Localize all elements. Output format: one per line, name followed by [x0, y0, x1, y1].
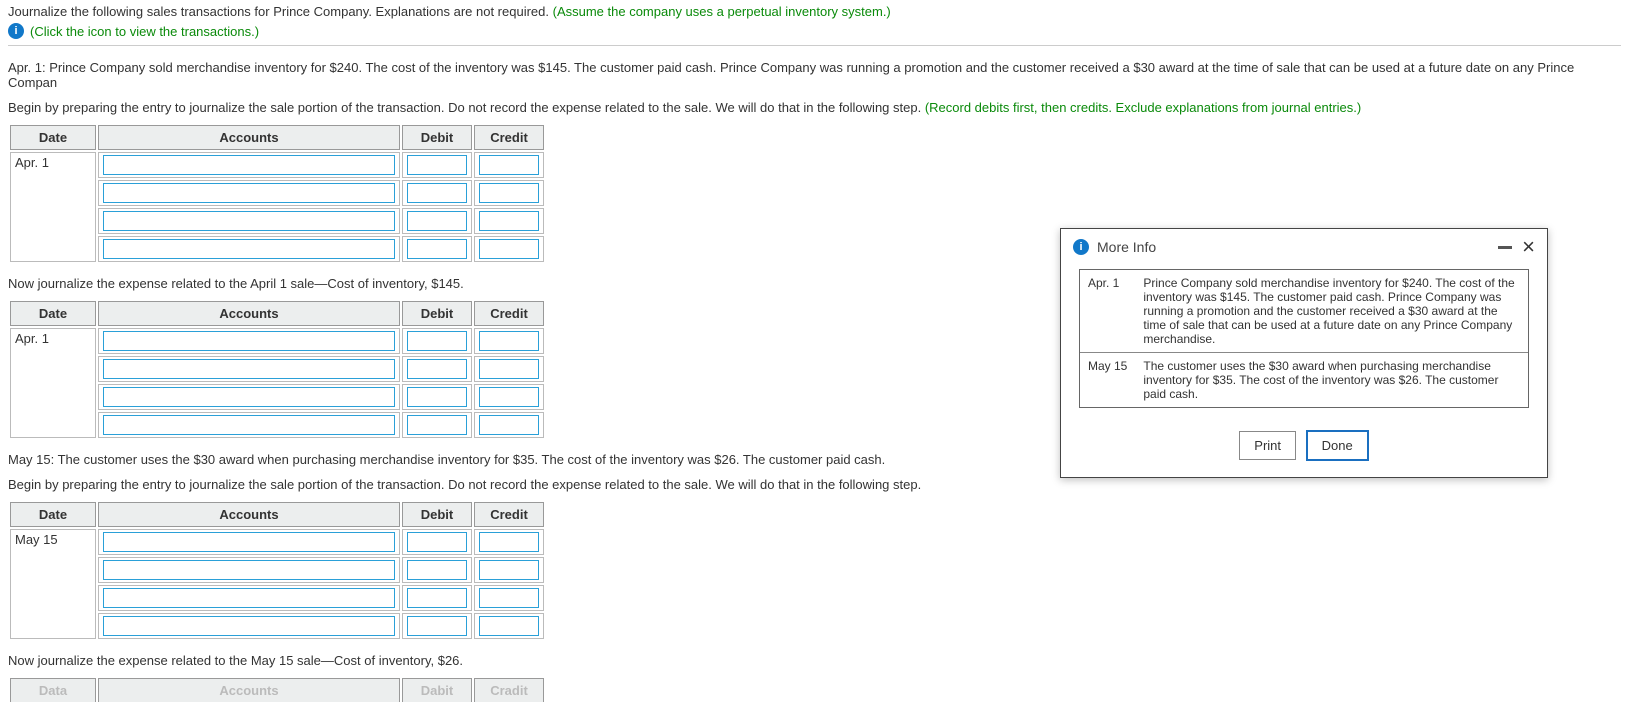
print-button[interactable]: Print	[1239, 431, 1296, 460]
credit-input[interactable]	[479, 588, 539, 608]
credit-input[interactable]	[479, 387, 539, 407]
credit-input[interactable]	[479, 155, 539, 175]
apr1-instr-green: (Record debits first, then credits. Excl…	[925, 100, 1361, 115]
debit-input[interactable]	[407, 415, 467, 435]
modal-footer: Print Done	[1061, 420, 1547, 477]
th-date: Date	[10, 502, 96, 527]
th-debit: Debit	[402, 125, 472, 150]
th-credit: Credit	[474, 301, 544, 326]
modal-row: May 15 The customer uses the $30 award w…	[1080, 353, 1528, 408]
modal-row-text: Prince Company sold merchandise inventor…	[1135, 270, 1528, 353]
row-date: May 15	[10, 529, 96, 639]
journal-table-may15-sale: Date Accounts Debit Credit May 15	[8, 500, 546, 641]
th-credit: Credit	[474, 125, 544, 150]
credit-input[interactable]	[479, 211, 539, 231]
apr1-description: Apr. 1: Prince Company sold merchandise …	[8, 60, 1621, 90]
may15-instruction: Begin by preparing the entry to journali…	[8, 477, 1621, 492]
debit-input[interactable]	[407, 211, 467, 231]
modal-title: More Info	[1097, 239, 1498, 255]
accounts-input[interactable]	[103, 359, 395, 379]
intro-text: Journalize the following sales transacti…	[8, 4, 553, 19]
journal-table-apr1-expense: Date Accounts Debit Credit Apr. 1	[8, 299, 546, 440]
credit-input[interactable]	[479, 616, 539, 636]
intro-green: (Assume the company uses a perpetual inv…	[553, 4, 891, 19]
accounts-input[interactable]	[103, 183, 395, 203]
minimize-icon[interactable]	[1498, 246, 1512, 249]
th-debit: Debit	[402, 301, 472, 326]
separator	[8, 45, 1621, 46]
debit-input[interactable]	[407, 560, 467, 580]
done-button[interactable]: Done	[1306, 430, 1369, 461]
debit-input[interactable]	[407, 588, 467, 608]
debit-input[interactable]	[407, 239, 467, 259]
credit-input[interactable]	[479, 331, 539, 351]
debit-input[interactable]	[407, 331, 467, 351]
accounts-input[interactable]	[103, 532, 395, 552]
credit-input[interactable]	[479, 359, 539, 379]
th-date: Date	[10, 301, 96, 326]
credit-input[interactable]	[479, 183, 539, 203]
debit-input[interactable]	[407, 155, 467, 175]
modal-header: i More Info ×	[1061, 229, 1547, 263]
accounts-input[interactable]	[103, 211, 395, 231]
info-link-text[interactable]: (Click the icon to view the transactions…	[30, 24, 259, 39]
accounts-input[interactable]	[103, 560, 395, 580]
question-intro: Journalize the following sales transacti…	[8, 4, 1621, 19]
accounts-input[interactable]	[103, 331, 395, 351]
accounts-input[interactable]	[103, 387, 395, 407]
credit-input[interactable]	[479, 532, 539, 552]
debit-input[interactable]	[407, 532, 467, 552]
modal-content-box: Apr. 1 Prince Company sold merchandise i…	[1079, 269, 1529, 408]
apr1-instruction: Begin by preparing the entry to journali…	[8, 100, 1621, 115]
debit-input[interactable]	[407, 183, 467, 203]
modal-row-date: Apr. 1	[1080, 270, 1135, 353]
row-date: Apr. 1	[10, 328, 96, 438]
modal-row: Apr. 1 Prince Company sold merchandise i…	[1080, 270, 1528, 353]
modal-row-date: May 15	[1080, 353, 1135, 408]
credit-input[interactable]	[479, 239, 539, 259]
more-info-modal: i More Info × Apr. 1 Prince Company sold…	[1060, 228, 1548, 478]
info-icon[interactable]: i	[8, 23, 24, 39]
journal-table-may15-expense-partial: Data Accounts Dabit Cradit	[8, 676, 546, 704]
journal-table-apr1-sale: Date Accounts Debit Credit Apr. 1	[8, 123, 546, 264]
credit-input[interactable]	[479, 415, 539, 435]
may15-expense-instruction: Now journalize the expense related to th…	[8, 653, 1621, 668]
th-debit: Debit	[402, 502, 472, 527]
row-date: Apr. 1	[10, 152, 96, 262]
accounts-input[interactable]	[103, 155, 395, 175]
close-icon[interactable]: ×	[1522, 240, 1535, 254]
accounts-input[interactable]	[103, 239, 395, 259]
debit-input[interactable]	[407, 359, 467, 379]
info-icon: i	[1073, 239, 1089, 255]
accounts-input[interactable]	[103, 616, 395, 636]
debit-input[interactable]	[407, 616, 467, 636]
credit-input[interactable]	[479, 560, 539, 580]
th-accounts: Accounts	[98, 125, 400, 150]
th-date: Date	[10, 125, 96, 150]
th-accounts: Accounts	[98, 502, 400, 527]
apr1-instr-text: Begin by preparing the entry to journali…	[8, 100, 925, 115]
accounts-input[interactable]	[103, 415, 395, 435]
th-accounts: Accounts	[98, 301, 400, 326]
accounts-input[interactable]	[103, 588, 395, 608]
modal-row-text: The customer uses the $30 award when pur…	[1135, 353, 1528, 408]
info-link-row: i (Click the icon to view the transactio…	[8, 23, 1621, 39]
debit-input[interactable]	[407, 387, 467, 407]
th-credit: Credit	[474, 502, 544, 527]
